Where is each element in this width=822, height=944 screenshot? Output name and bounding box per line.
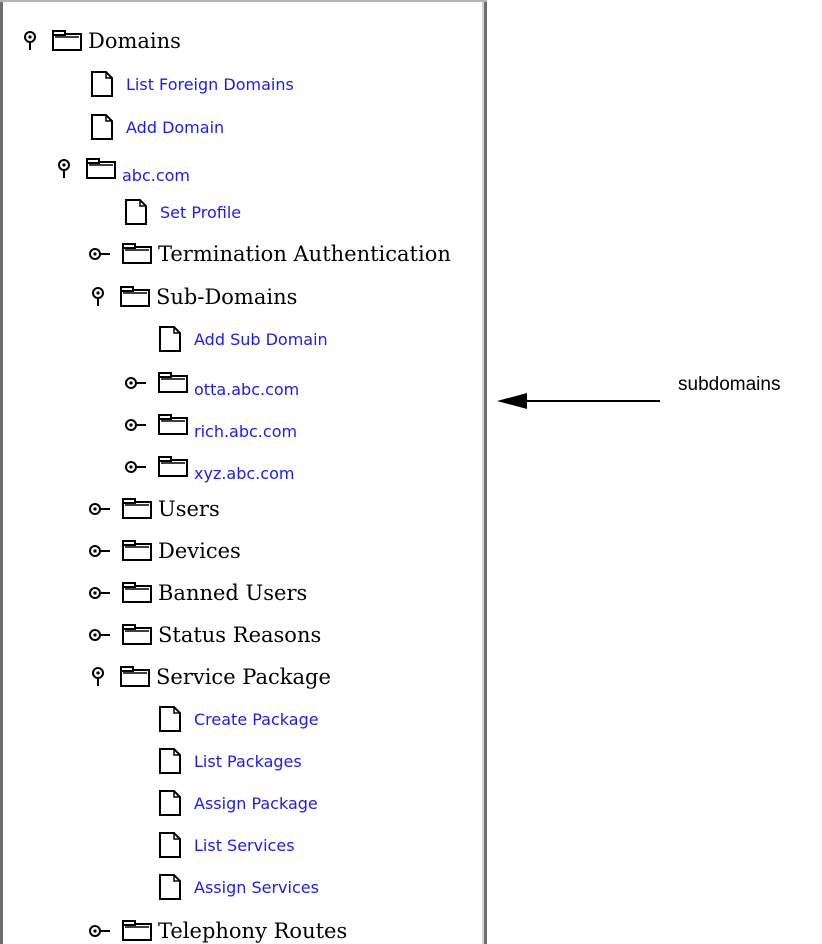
document-icon — [90, 69, 120, 99]
tree-node-otta-abc-com[interactable]: otta.abc.com — [124, 362, 299, 404]
collapsed-pin-icon[interactable] — [124, 452, 158, 482]
tree-node-service-package[interactable]: Service Package — [90, 656, 331, 698]
document-icon — [158, 872, 188, 902]
folder-icon — [52, 26, 82, 56]
folder-icon — [122, 239, 152, 269]
collapsed-pin-icon[interactable] — [88, 620, 122, 650]
collapsed-pin-icon[interactable] — [88, 916, 122, 944]
tree-node-label: Domains — [88, 29, 181, 53]
expanded-pin-icon[interactable] — [90, 282, 120, 312]
expanded-pin-icon[interactable] — [22, 26, 52, 56]
tree-link-label[interactable]: List Services — [194, 836, 295, 855]
folder-icon — [158, 452, 188, 482]
tree-link-label[interactable]: List Foreign Domains — [126, 75, 294, 94]
tree-node-termination-authentication[interactable]: Termination Authentication — [88, 233, 451, 275]
collapsed-pin-icon[interactable] — [88, 578, 122, 608]
tree-node-label: Banned Users — [158, 581, 308, 605]
tree-node-label: Telephony Routes — [158, 919, 348, 943]
tree-node-label: Devices — [158, 539, 241, 563]
tree-link-label[interactable]: xyz.abc.com — [194, 464, 294, 483]
tree-node-abc-com[interactable]: abc.com — [56, 148, 190, 190]
collapsed-pin-icon[interactable] — [124, 410, 158, 440]
tree-node-domains[interactable]: Domains — [22, 20, 181, 62]
tree-link-label[interactable]: Assign Package — [194, 794, 318, 813]
folder-icon — [122, 536, 152, 566]
document-icon — [158, 746, 188, 776]
tree-link-label[interactable]: Set Profile — [160, 203, 241, 222]
annotation-label: subdomains — [678, 374, 781, 395]
collapsed-pin-icon[interactable] — [88, 494, 122, 524]
tree-node-banned-users[interactable]: Banned Users — [88, 572, 307, 614]
tree-node-devices[interactable]: Devices — [88, 530, 241, 572]
tree-leaf-list-packages[interactable]: List Packages — [158, 740, 302, 782]
document-icon — [158, 324, 188, 354]
folder-icon — [158, 368, 188, 398]
collapsed-pin-icon[interactable] — [88, 239, 122, 269]
tree-leaf-assign-services[interactable]: Assign Services — [158, 866, 319, 908]
domain-tree-panel: Domains List Foreign Domains Add Domain … — [0, 0, 487, 944]
document-icon — [158, 704, 188, 734]
tree-link-label[interactable]: List Packages — [194, 752, 302, 771]
tree-leaf-add-domain[interactable]: Add Domain — [90, 106, 224, 148]
expanded-pin-icon[interactable] — [90, 662, 120, 692]
tree-link-label[interactable]: Add Sub Domain — [194, 330, 328, 349]
collapsed-pin-icon[interactable] — [124, 368, 158, 398]
tree-leaf-list-foreign-domains[interactable]: List Foreign Domains — [90, 63, 294, 105]
tree-link-label[interactable]: abc.com — [122, 166, 190, 185]
tree-link-label[interactable]: Add Domain — [126, 118, 224, 137]
tree-leaf-add-sub-domain[interactable]: Add Sub Domain — [158, 318, 328, 360]
tree-node-label: Termination Authentication — [158, 242, 451, 266]
tree-node-status-reasons[interactable]: Status Reasons — [88, 614, 321, 656]
panel-border-right — [484, 2, 487, 944]
tree-link-label[interactable]: Assign Services — [194, 878, 319, 897]
folder-icon — [120, 662, 150, 692]
document-icon — [158, 830, 188, 860]
tree-node-rich-abc-com[interactable]: rich.abc.com — [124, 404, 297, 446]
tree-leaf-set-profile[interactable]: Set Profile — [124, 191, 241, 233]
tree-node-users[interactable]: Users — [88, 488, 220, 530]
folder-icon — [120, 282, 150, 312]
tree-node-label: Service Package — [156, 665, 331, 689]
tree-node-label: Sub-Domains — [156, 285, 298, 309]
tree-link-label[interactable]: rich.abc.com — [194, 422, 297, 441]
folder-icon — [122, 578, 152, 608]
tree-link-label[interactable]: otta.abc.com — [194, 380, 299, 399]
folder-icon — [86, 154, 116, 184]
tree-node-telephony-routes[interactable]: Telephony Routes — [88, 910, 347, 944]
panel-border-left — [0, 2, 3, 944]
expanded-pin-icon[interactable] — [56, 154, 86, 184]
tree-node-label: Users — [158, 497, 220, 521]
tree-node-xyz-abc-com[interactable]: xyz.abc.com — [124, 446, 294, 488]
tree-node-sub-domains[interactable]: Sub-Domains — [90, 276, 297, 318]
document-icon — [90, 112, 120, 142]
tree-leaf-create-package[interactable]: Create Package — [158, 698, 319, 740]
collapsed-pin-icon[interactable] — [88, 536, 122, 566]
annotation-arrow-icon — [497, 393, 660, 409]
tree-node-label: Status Reasons — [158, 623, 322, 647]
tree-link-label[interactable]: Create Package — [194, 710, 319, 729]
folder-icon — [122, 494, 152, 524]
folder-icon — [158, 410, 188, 440]
tree-leaf-assign-package[interactable]: Assign Package — [158, 782, 318, 824]
tree-leaf-list-services[interactable]: List Services — [158, 824, 295, 866]
document-icon — [124, 197, 154, 227]
folder-icon — [122, 916, 152, 944]
document-icon — [158, 788, 188, 818]
folder-icon — [122, 620, 152, 650]
